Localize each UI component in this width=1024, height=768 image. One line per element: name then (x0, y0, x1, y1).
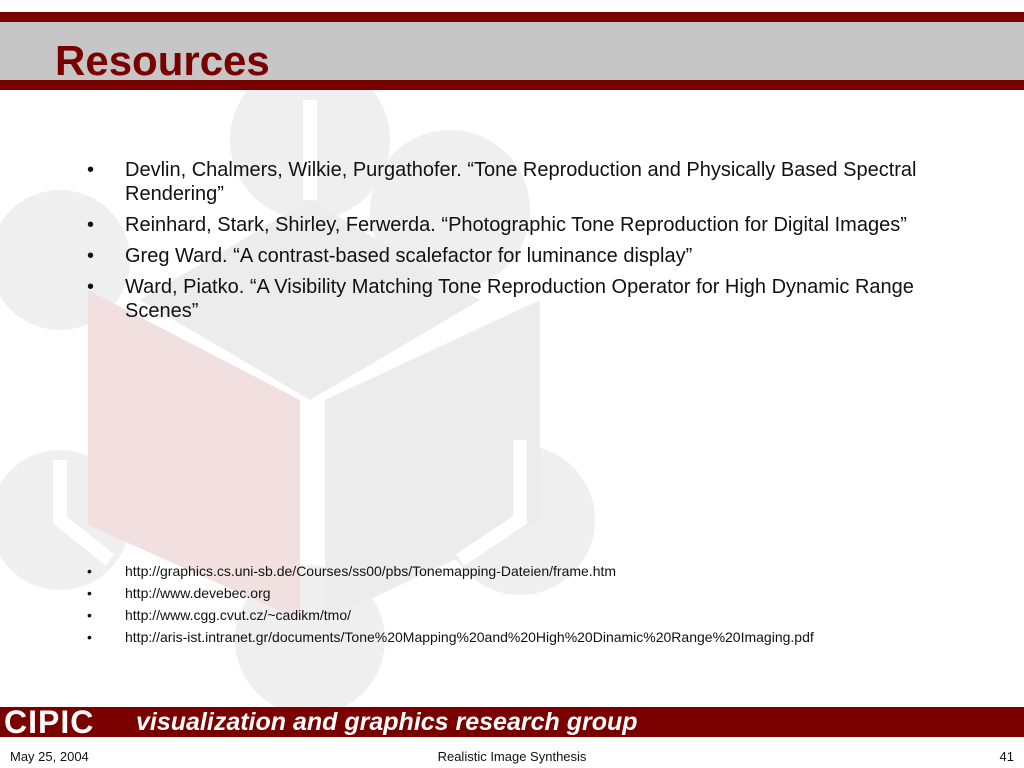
list-item: • Reinhard, Stark, Shirley, Ferwerda. “P… (0, 213, 1024, 237)
footer-band: CIPIC visualization and graphics researc… (0, 704, 1024, 740)
bullet-icon: • (87, 563, 92, 579)
bullet-icon: • (87, 214, 95, 236)
bullet-icon: • (87, 276, 95, 298)
list-item: • http://www.cgg.cvut.cz/~cadikm/tmo/ (0, 606, 1024, 624)
group-name: visualization and graphics research grou… (136, 708, 638, 736)
slide-title: Resources (55, 37, 270, 84)
cipic-logo: CIPIC (4, 704, 95, 740)
reference-list: • Devlin, Chalmers, Wilkie, Purgathofer.… (0, 158, 1024, 330)
list-item: • http://aris-ist.intranet.gr/documents/… (0, 628, 1024, 646)
bullet-icon: • (87, 159, 95, 181)
link-list: • http://graphics.cs.uni-sb.de/Courses/s… (0, 562, 1024, 650)
reference-text: Reinhard, Stark, Shirley, Ferwerda. “Pho… (125, 214, 907, 236)
link-text[interactable]: http://aris-ist.intranet.gr/documents/To… (125, 628, 964, 646)
link-text[interactable]: http://graphics.cs.uni-sb.de/Courses/ss0… (125, 562, 964, 580)
bullet-icon: • (87, 245, 95, 267)
reference-text: Ward, Piatko. “A Visibility Matching Ton… (125, 276, 914, 322)
bullet-icon: • (87, 607, 92, 623)
list-item: • Devlin, Chalmers, Wilkie, Purgathofer.… (0, 158, 1024, 206)
link-text[interactable]: http://www.devebec.org (125, 584, 964, 602)
page-number: 41 (999, 749, 1014, 764)
bullet-icon: • (87, 629, 92, 645)
list-item: • Greg Ward. “A contrast-based scalefact… (0, 244, 1024, 268)
list-item: • http://graphics.cs.uni-sb.de/Courses/s… (0, 562, 1024, 580)
reference-text: Greg Ward. “A contrast-based scalefactor… (125, 245, 693, 267)
title-band: Resources (0, 12, 1024, 90)
list-item: • http://www.devebec.org (0, 584, 1024, 602)
reference-text: Devlin, Chalmers, Wilkie, Purgathofer. “… (125, 159, 917, 205)
list-item: • Ward, Piatko. “A Visibility Matching T… (0, 275, 1024, 323)
bullet-icon: • (87, 585, 92, 601)
cube-logo-watermark (0, 60, 595, 715)
link-text[interactable]: http://www.cgg.cvut.cz/~cadikm/tmo/ (125, 606, 964, 624)
footer-course-title: Realistic Image Synthesis (437, 749, 587, 764)
